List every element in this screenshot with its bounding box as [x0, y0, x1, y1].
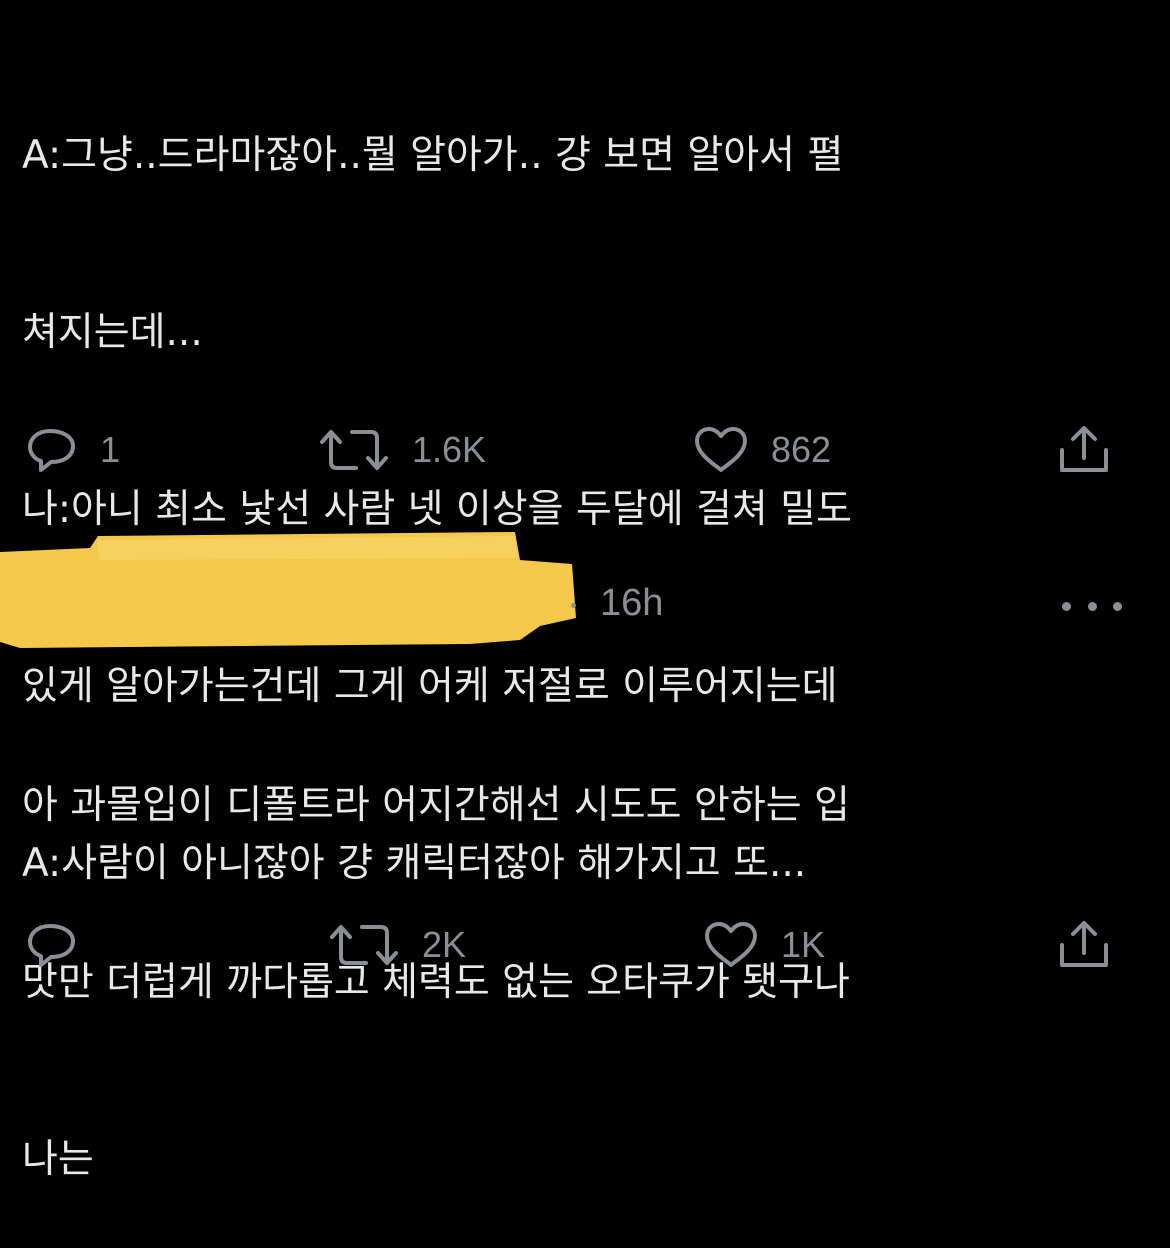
more-icon[interactable] — [1062, 596, 1122, 616]
retweet-count: 1.6K — [412, 429, 487, 470]
retweet-icon — [330, 925, 398, 965]
heart-icon — [705, 922, 757, 967]
tweet-text-line: 나는 — [22, 1137, 94, 1182]
redacted-username — [0, 532, 576, 648]
retweet-count: 2K — [422, 924, 467, 965]
tweet-timestamp[interactable]: 16h — [600, 582, 663, 625]
like-button[interactable]: 862 — [693, 420, 831, 480]
tweet-text-line: 쳐지는데... — [22, 310, 203, 355]
share-button[interactable] — [1054, 420, 1114, 480]
reply-button[interactable]: 1 — [26, 420, 120, 480]
tweet-text-line: A:그냥..드라마잖아..뭘 알아가.. 걍 보면 알아서 펼 — [22, 133, 844, 178]
like-count: 862 — [771, 429, 832, 470]
share-button[interactable] — [1054, 915, 1114, 975]
reply-icon — [28, 924, 75, 967]
retweet-button[interactable]: 2K — [328, 915, 466, 975]
reply-button[interactable] — [26, 915, 78, 975]
reply-count: 1 — [100, 429, 121, 470]
tweet-action-bar: 2K 1K — [0, 915, 1170, 975]
tweet-action-bar: 1 1.6K 862 — [0, 420, 1170, 480]
like-button[interactable]: 1K — [703, 915, 825, 975]
share-icon — [1060, 921, 1108, 967]
tweet-text-line: 아 과몰입이 디폴트라 어지간해선 시도도 안하는 입 — [22, 783, 850, 828]
like-count: 1K — [781, 924, 826, 965]
reply-icon — [28, 429, 75, 472]
share-icon — [1060, 426, 1108, 472]
heart-icon — [695, 427, 747, 472]
meta-separator — [571, 603, 576, 608]
retweet-button[interactable]: 1.6K — [318, 420, 486, 480]
retweet-icon — [320, 430, 388, 470]
